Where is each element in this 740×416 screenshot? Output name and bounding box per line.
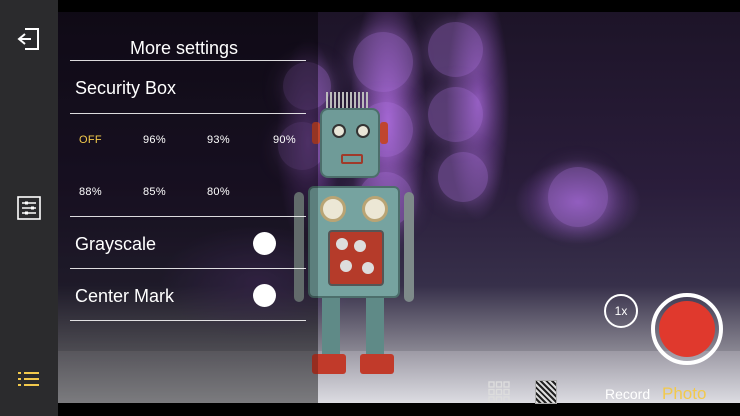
security-option-85[interactable]: 85% <box>143 186 166 198</box>
zoom-button[interactable]: 1x <box>604 294 638 328</box>
divider <box>70 60 306 61</box>
shutter-core <box>659 301 715 357</box>
grid-icon[interactable] <box>488 381 510 403</box>
sliders-icon[interactable] <box>14 193 44 223</box>
security-option-80[interactable]: 80% <box>207 186 230 198</box>
more-settings-panel: More settings Security Box OFF 96% 93% 9… <box>58 12 318 403</box>
divider <box>70 268 306 269</box>
exit-icon[interactable] <box>14 24 44 54</box>
security-option-off[interactable]: OFF <box>79 134 102 146</box>
top-bar <box>58 0 740 12</box>
divider <box>70 113 306 114</box>
security-option-88[interactable]: 88% <box>79 186 102 198</box>
grayscale-label: Grayscale <box>75 234 157 254</box>
grayscale-toggle[interactable] <box>253 232 276 255</box>
mode-record[interactable]: Record <box>605 386 650 402</box>
center-mark-label: Center Mark <box>75 286 175 306</box>
security-option-90[interactable]: 90% <box>273 134 296 146</box>
list-icon[interactable] <box>14 364 44 394</box>
left-toolbar <box>0 0 58 416</box>
center-mark-toggle[interactable] <box>253 284 276 307</box>
pattern-icon[interactable] <box>535 380 557 404</box>
security-option-93[interactable]: 93% <box>207 134 230 146</box>
security-option-96[interactable]: 96% <box>143 134 166 146</box>
mode-photo[interactable]: Photo <box>662 384 706 404</box>
robot-subject <box>294 92 438 382</box>
divider <box>70 320 306 321</box>
divider <box>70 216 306 217</box>
settings-title: More settings <box>130 38 239 58</box>
shutter-button[interactable] <box>651 293 723 365</box>
bottom-bar <box>58 403 740 416</box>
security-box-label: Security Box <box>75 78 177 98</box>
